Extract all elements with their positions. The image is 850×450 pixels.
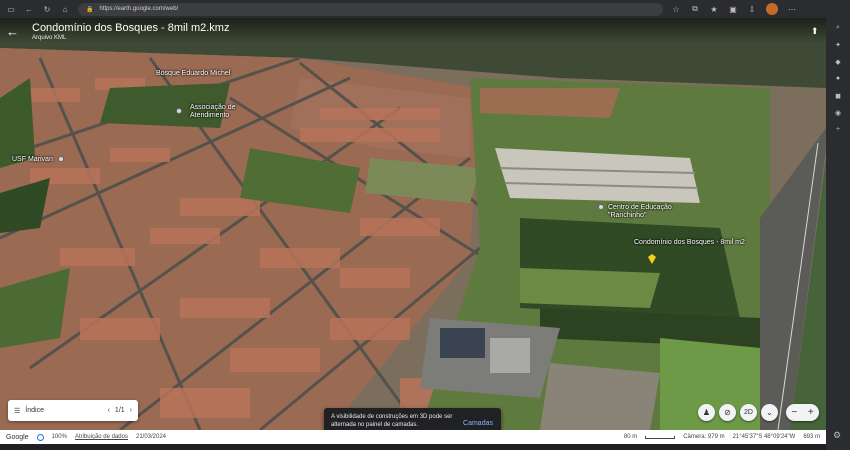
back-icon[interactable]: ← — [24, 4, 34, 14]
tilt-icon[interactable]: ⌄ — [761, 404, 778, 421]
prev-icon[interactable]: ‹ — [108, 407, 110, 414]
index-panel[interactable]: ☰ Índice ‹ 1/1 › — [8, 400, 138, 421]
loading-icon — [36, 433, 44, 441]
load-percent: 100% — [51, 434, 67, 440]
extensions-icon[interactable]: ⧉ — [690, 4, 700, 14]
label-condominio[interactable]: Condomínio dos Bosques - 8mil m2 — [634, 239, 745, 247]
shopping-icon[interactable]: ◆ — [833, 56, 844, 67]
coordinates: 21°45'37"S 48°09'24"W — [732, 434, 796, 440]
tools-icon[interactable]: ✦ — [833, 39, 844, 50]
school-pin-icon[interactable] — [598, 204, 604, 210]
index-page: 1/1 — [114, 407, 125, 414]
label-associacao[interactable]: Associação de Atendimento — [190, 104, 236, 119]
office-icon[interactable]: ◼ — [833, 90, 844, 101]
taskbar — [0, 444, 826, 450]
layers-button[interactable]: Camadas — [463, 419, 493, 429]
add-icon[interactable]: + — [833, 124, 844, 135]
google-logo: Google — [6, 433, 29, 441]
status-bar: Google 100% Atribuição de dados 21/03/20… — [0, 430, 826, 444]
view-mode-button[interactable]: 2D — [740, 404, 757, 421]
favorites-icon[interactable]: ★ — [709, 4, 719, 14]
more-icon[interactable]: ⋯ — [787, 4, 797, 14]
project-subtitle: Arquivo KML — [32, 35, 67, 41]
scale-text: 80 m — [623, 434, 638, 440]
settings-icon[interactable]: ⚙ — [833, 430, 841, 441]
zoom-out-button[interactable]: − — [791, 407, 797, 418]
scale-bar — [645, 435, 676, 439]
games-icon[interactable]: ● — [833, 73, 844, 84]
project-title: Condomínio dos Bosques - 8mil m2.kmz — [32, 22, 230, 34]
label-centro[interactable]: Centro de Educação "Ranchinho" — [608, 204, 672, 219]
url-text: https://earth.google.com/web/ — [99, 6, 179, 12]
downloads-icon[interactable]: ⇩ — [747, 4, 757, 14]
zoom-in-button[interactable]: + — [808, 407, 814, 418]
star-icon[interactable]: ☆ — [671, 4, 681, 14]
address-bar[interactable]: 🔒 https://earth.google.com/web/ — [78, 2, 663, 16]
earth-3d-view[interactable] — [0, 18, 826, 430]
list-icon: ☰ — [14, 407, 21, 415]
lock-icon: 🔒 — [86, 6, 94, 13]
sidebar-icon[interactable]: ▭ — [6, 4, 16, 14]
zoom-control: − + — [786, 404, 819, 421]
profile-avatar[interactable] — [766, 3, 778, 15]
search-icon[interactable]: ⌕ — [833, 22, 844, 33]
toast-message: A visibilidade de construções em 3D pode… — [331, 414, 453, 429]
label-bosque[interactable]: Bosque Eduardo Michel — [156, 70, 230, 78]
elevation: 693 m — [803, 434, 820, 440]
next-icon[interactable]: › — [130, 407, 132, 414]
compass-icon[interactable]: ⊘ — [719, 404, 736, 421]
imagery-date: 21/03/2024 — [135, 434, 167, 440]
index-label: Índice — [25, 407, 44, 414]
browser-sidebar: ⌕ ✦ ◆ ● ◼ ◉ + — [826, 18, 850, 450]
collections-icon[interactable]: ▣ — [728, 4, 738, 14]
health-pin-icon[interactable] — [58, 156, 64, 162]
pegman-icon[interactable]: ♟ — [698, 404, 715, 421]
outlook-icon[interactable]: ◉ — [833, 107, 844, 118]
back-arrow-icon[interactable]: ← — [6, 24, 19, 39]
browser-toolbar: ▭ ← ↻ ⌂ 🔒 https://earth.google.com/web/ … — [0, 0, 850, 18]
home-icon[interactable]: ⌂ — [60, 4, 70, 14]
reload-icon[interactable]: ↻ — [42, 4, 52, 14]
share-icon[interactable]: ⬆ — [811, 26, 819, 37]
attribution-link[interactable]: Atribuição de dados — [75, 434, 128, 440]
aerial-imagery — [0, 18, 826, 430]
place-pin-icon[interactable] — [176, 108, 182, 114]
label-usf[interactable]: USF Marivan — [12, 156, 53, 164]
camera-altitude: Câmera: 979 m — [683, 434, 725, 440]
